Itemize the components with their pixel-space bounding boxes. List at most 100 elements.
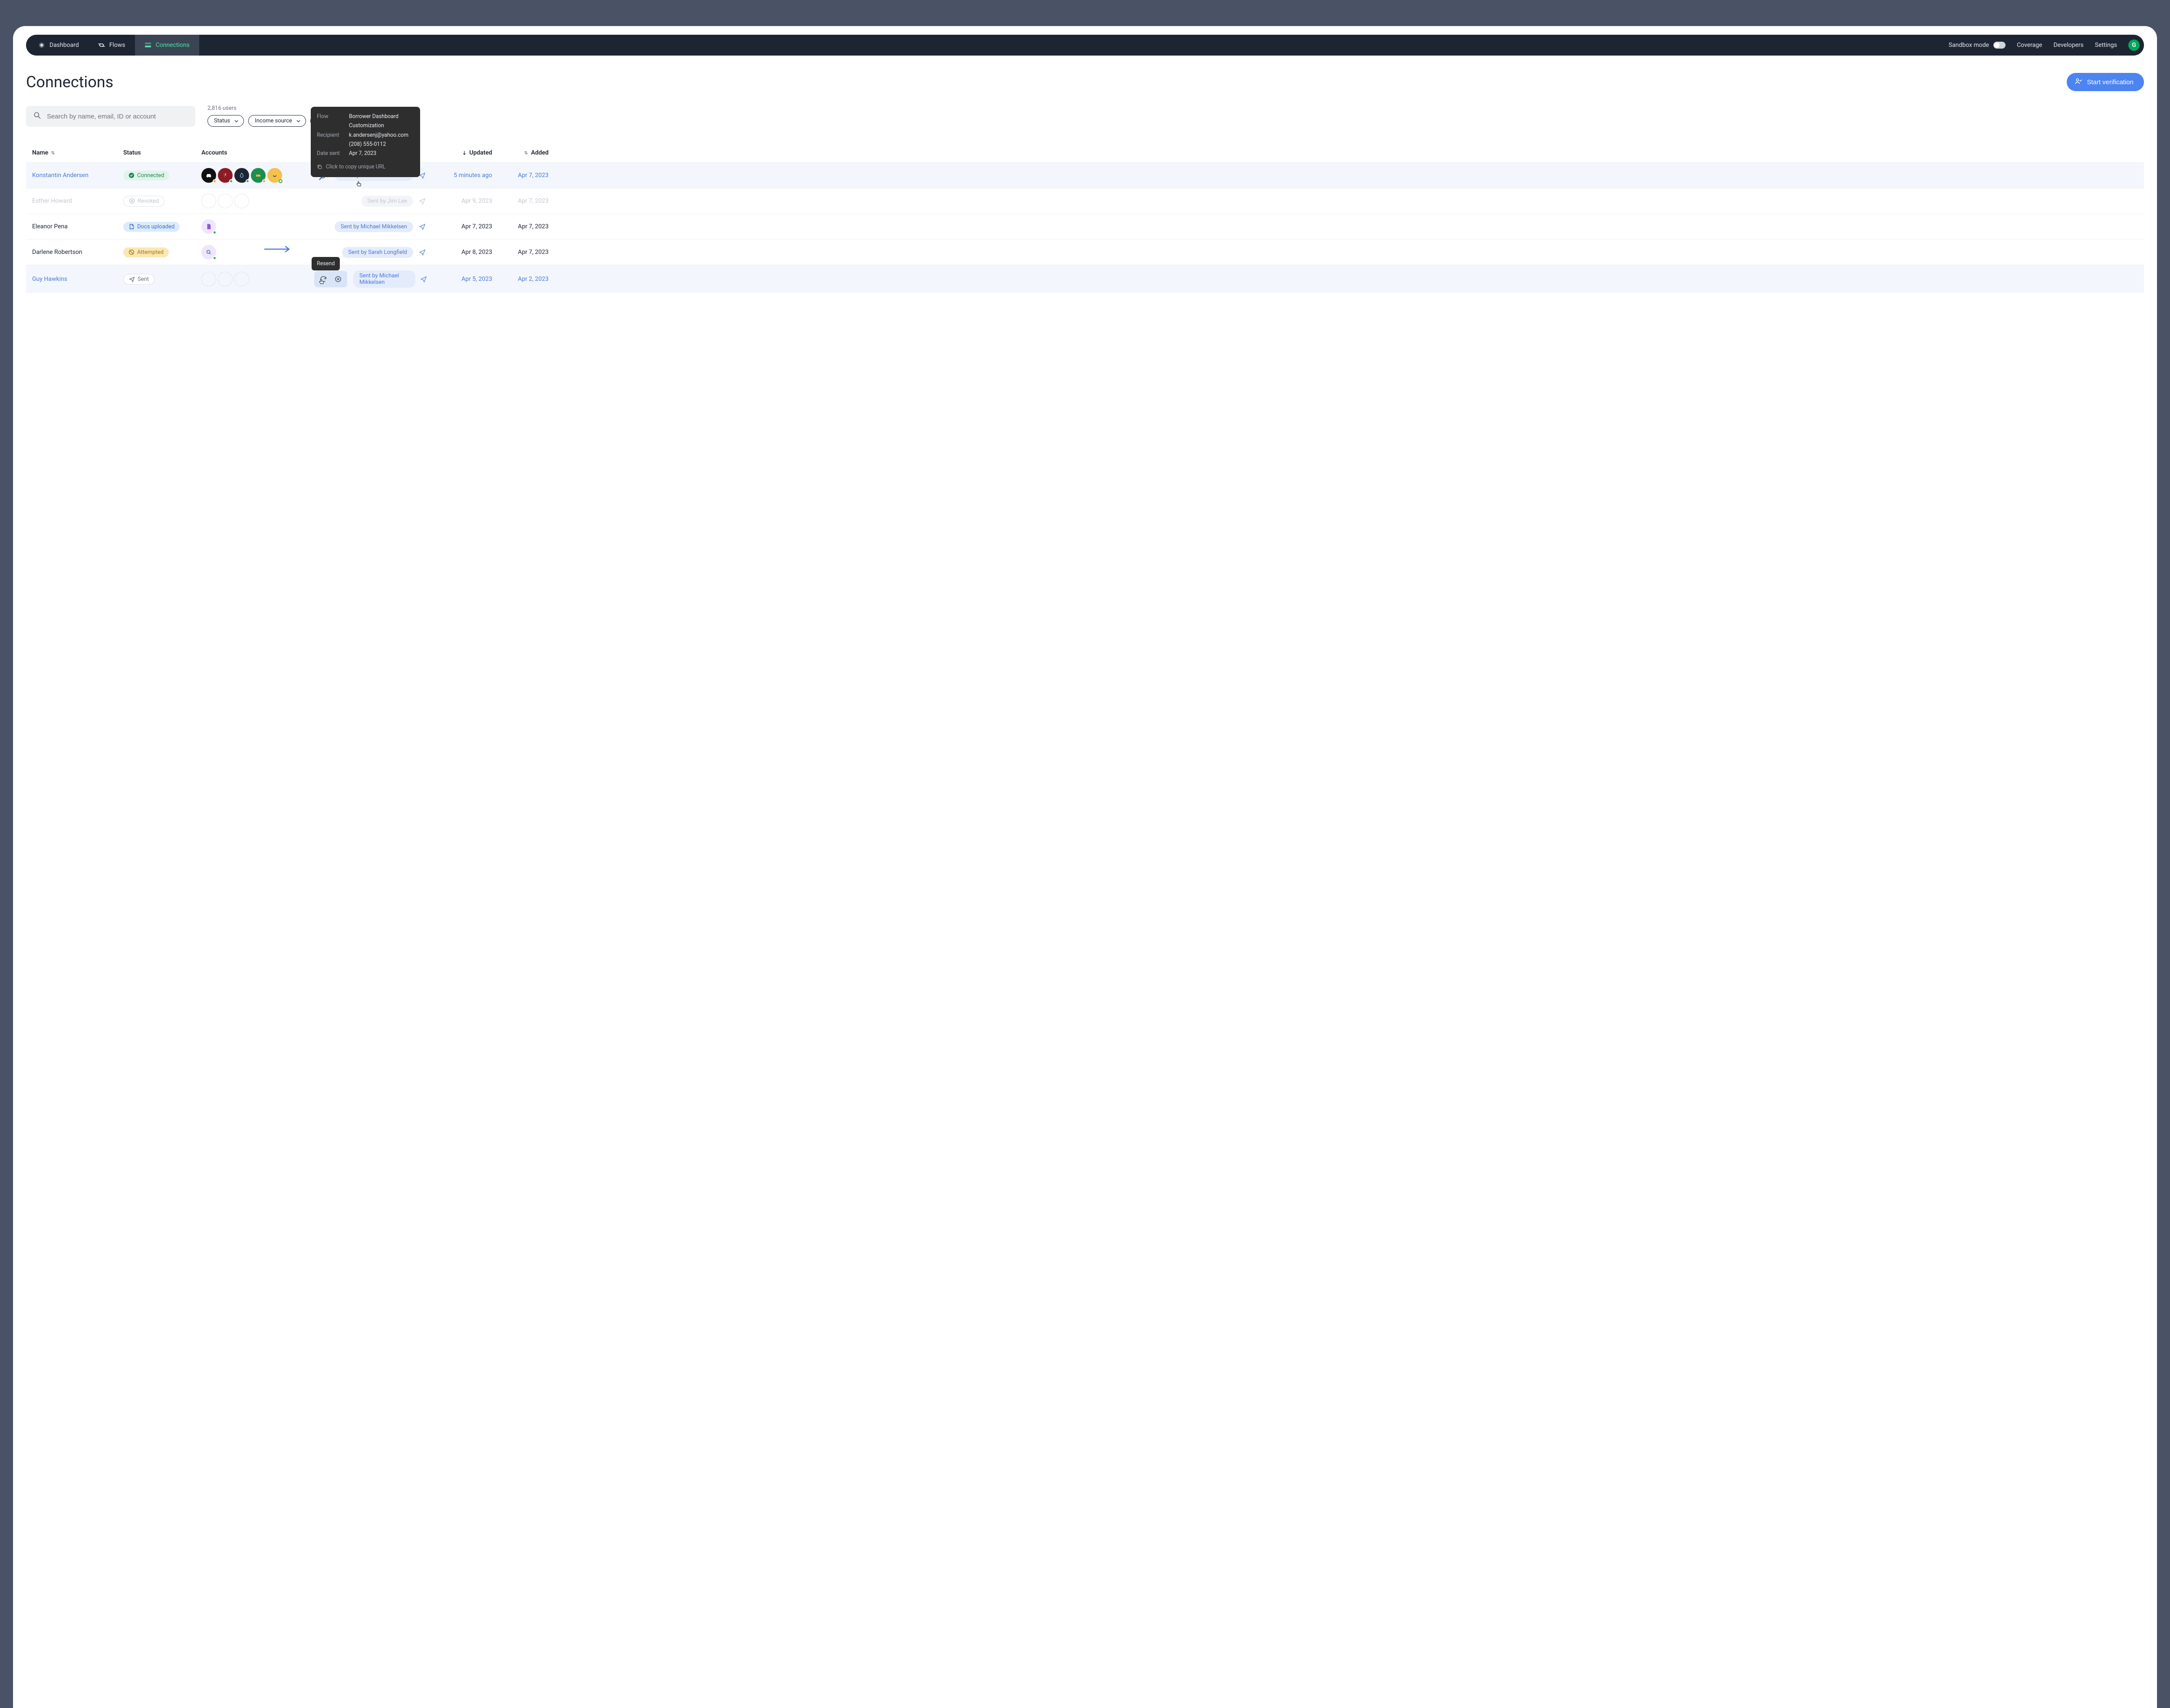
nav-coverage[interactable]: Coverage xyxy=(2017,42,2042,49)
accounts-cell xyxy=(201,194,314,208)
status-pill-revoked: Revoked xyxy=(123,196,164,207)
table-row[interactable]: Eleanor Pena Docs uploaded Sent by Micha… xyxy=(26,214,2144,239)
col-accounts-label: Accounts xyxy=(201,149,227,156)
start-verification-label: Start verification xyxy=(2087,79,2134,86)
account-badge-crown[interactable] xyxy=(251,168,266,183)
account-badge-smile[interactable] xyxy=(267,168,282,183)
row-name[interactable]: Konstantin Andersen xyxy=(32,172,123,179)
table-row[interactable]: Darlene Robertson Attempted Sent by Sara… xyxy=(26,239,2144,265)
accounts-cell xyxy=(201,245,314,260)
accounts-cell xyxy=(201,219,314,234)
row-updated: Apr 7, 2023 xyxy=(461,223,492,230)
chevron-down-icon xyxy=(234,120,238,122)
row-added: Apr 2, 2023 xyxy=(518,276,549,283)
col-updated-label: Updated xyxy=(469,149,492,156)
row-name[interactable]: Eleanor Pena xyxy=(32,223,123,230)
nav-flows[interactable]: Flows xyxy=(89,35,135,56)
row-updated: Apr 8, 2023 xyxy=(461,249,492,256)
account-empty xyxy=(201,272,216,286)
table-row[interactable]: Esther Howard Revoked Sent by Jim Lee xyxy=(26,188,2144,214)
filter-status-label: Status xyxy=(214,118,230,124)
row-name[interactable]: Esther Howard xyxy=(32,197,123,204)
nav-dashboard[interactable]: Dashboard xyxy=(29,35,89,56)
connections-icon xyxy=(145,42,151,49)
status-text: Revoked xyxy=(138,198,159,204)
account-empty xyxy=(234,194,249,208)
filter-income-source[interactable]: Income source xyxy=(248,115,306,127)
col-name-label: Name xyxy=(32,149,48,156)
row-action-group: Resend xyxy=(314,271,347,287)
dashboard-icon xyxy=(38,42,45,49)
magnifier-icon xyxy=(206,249,212,255)
popover-flow-value: Borrower Dashboard Customization xyxy=(349,112,414,131)
send-icon[interactable] xyxy=(418,247,427,257)
verify-person-icon xyxy=(2075,77,2082,87)
sandbox-toggle[interactable] xyxy=(1993,42,2006,49)
file-icon xyxy=(206,224,212,230)
sort-icon xyxy=(51,150,55,155)
nav-connections[interactable]: Connections xyxy=(135,35,199,56)
sent-by-tag[interactable]: Sent by Michael Mikkelsen xyxy=(335,221,413,232)
row-name[interactable]: Darlene Robertson xyxy=(32,249,123,256)
account-badge-car[interactable] xyxy=(201,168,216,183)
sort-icon xyxy=(524,150,528,155)
send-icon[interactable] xyxy=(418,196,427,206)
sent-by-tag[interactable]: Sent by Michael Mikkelsen xyxy=(353,270,415,288)
search-icon xyxy=(33,111,42,122)
sort-desc-icon xyxy=(462,151,467,155)
column-updated[interactable]: Updated xyxy=(427,149,492,156)
accounts-cell xyxy=(201,272,314,286)
column-status: Status xyxy=(123,149,201,156)
nav-connections-label: Connections xyxy=(156,42,190,49)
filter-income-label: Income source xyxy=(255,118,292,124)
account-badge-food[interactable] xyxy=(218,168,233,183)
popover-copy-url[interactable]: Click to copy unique URL xyxy=(317,162,414,171)
filter-status[interactable]: Status xyxy=(207,115,244,127)
nav-settings[interactable]: Settings xyxy=(2095,42,2117,49)
table-row[interactable]: Guy Hawkins Sent Resend xyxy=(26,265,2144,293)
account-empty xyxy=(234,272,249,286)
popover-copy-text: Click to copy unique URL xyxy=(326,162,385,171)
status-text: Attempted xyxy=(137,249,164,256)
resend-tooltip-text: Resend xyxy=(317,260,335,267)
account-badge-water[interactable] xyxy=(234,168,249,183)
utensils-icon xyxy=(222,172,229,179)
sent-by-popover[interactable]: Flow Borrower Dashboard Customization Re… xyxy=(311,107,420,177)
start-verification-button[interactable]: Start verification xyxy=(2067,73,2144,91)
send-icon[interactable] xyxy=(420,274,427,284)
column-added[interactable]: Added xyxy=(492,149,549,156)
document-icon xyxy=(128,224,135,230)
send-icon[interactable] xyxy=(418,222,427,231)
sent-by-tag[interactable]: Sent by Sarah Longfield xyxy=(342,247,413,258)
check-circle-icon xyxy=(128,172,135,178)
drop-icon xyxy=(238,172,245,179)
account-empty xyxy=(218,194,233,208)
column-accounts: Accounts xyxy=(201,149,314,156)
col-status-label: Status xyxy=(123,149,141,156)
account-badge-doc[interactable] xyxy=(201,219,216,234)
status-pill-uploaded: Docs uploaded xyxy=(123,222,180,232)
resend-tooltip: Resend xyxy=(312,257,340,270)
column-name[interactable]: Name xyxy=(32,149,123,156)
sent-by-tag[interactable]: Sent by Jim Lee xyxy=(361,196,413,207)
x-circle-icon xyxy=(129,198,135,204)
status-pill-sent: Sent xyxy=(123,274,155,285)
cancel-button[interactable] xyxy=(332,273,344,285)
chevron-down-icon xyxy=(296,120,300,122)
popover-date-value: Apr 7, 2023 xyxy=(349,149,376,158)
status-text: Docs uploaded xyxy=(137,224,174,230)
search-box[interactable] xyxy=(26,106,195,127)
row-added: Apr 7, 2023 xyxy=(518,197,549,204)
nav-developers[interactable]: Developers xyxy=(2054,42,2084,49)
flows-icon xyxy=(98,42,105,49)
search-input[interactable] xyxy=(47,113,188,120)
send-small-icon xyxy=(129,276,135,282)
row-name[interactable]: Guy Hawkins xyxy=(32,276,123,283)
attempted-icon xyxy=(128,249,135,255)
account-badge-search[interactable] xyxy=(201,245,216,260)
popover-recipient-label: Recipient xyxy=(317,131,343,149)
status-text: Sent xyxy=(138,276,149,283)
user-avatar[interactable]: G xyxy=(2128,39,2140,51)
app-window: Dashboard Flows Connections Sandbox mode… xyxy=(13,26,2157,1708)
row-updated: 5 minutes ago xyxy=(454,172,492,179)
